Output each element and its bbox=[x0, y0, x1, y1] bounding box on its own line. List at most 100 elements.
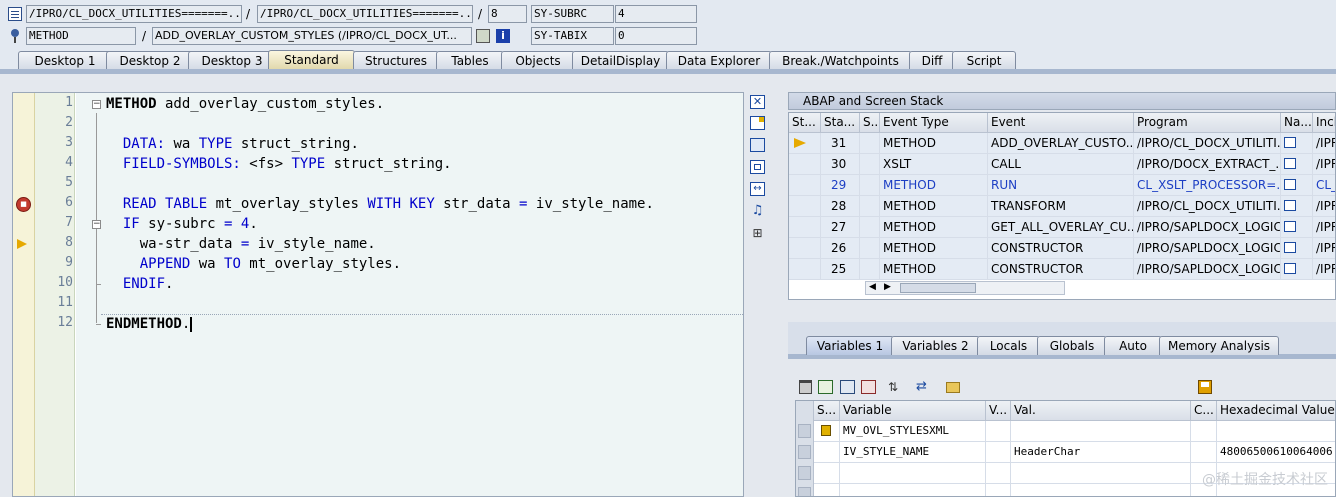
var-cell-v[interactable] bbox=[986, 463, 1011, 484]
var-cell-status[interactable] bbox=[814, 484, 840, 496]
stack-cell-marker[interactable] bbox=[789, 133, 821, 154]
stack-cell-event[interactable]: TRANSFORM bbox=[988, 196, 1134, 217]
stack-cell-level[interactable]: 31 bbox=[821, 133, 860, 154]
floppy-icon[interactable] bbox=[1198, 380, 1212, 394]
stack-cell-icon[interactable] bbox=[860, 238, 880, 259]
var-header-variable[interactable]: Variable bbox=[840, 401, 986, 421]
stack-scrollbar[interactable]: ◀ ▶ bbox=[865, 281, 1065, 295]
event-field[interactable]: ADD_OVERLAY_CUSTOM_STYLES (/IPRO/CL_DOCX… bbox=[152, 27, 472, 45]
source-icon[interactable] bbox=[1284, 221, 1296, 232]
stack-cell-icon[interactable] bbox=[860, 217, 880, 238]
stack-cell-program[interactable]: /IPRO/SAPLDOCX_LOGIC bbox=[1134, 238, 1281, 259]
program-field[interactable]: /IPRO/CL_DOCX_UTILITIES=======... bbox=[26, 5, 242, 23]
sort-icon[interactable]: ⇅ bbox=[888, 380, 898, 394]
fold-toggle[interactable]: − bbox=[92, 100, 101, 109]
stack-cell-event-type[interactable]: METHOD bbox=[880, 217, 988, 238]
event-type-field[interactable]: METHOD bbox=[26, 27, 136, 45]
tab-desktop-2[interactable]: Desktop 2 bbox=[106, 51, 194, 70]
stack-cell-marker[interactable] bbox=[789, 196, 821, 217]
row-selector[interactable] bbox=[798, 445, 811, 459]
var-cell-name[interactable]: IV_STYLE_NAME bbox=[840, 442, 986, 463]
row-selector[interactable] bbox=[798, 424, 811, 438]
scroll-thumb[interactable] bbox=[900, 283, 976, 293]
var-cell-value[interactable] bbox=[1011, 421, 1191, 442]
stack-cell-event-type[interactable]: METHOD bbox=[880, 196, 988, 217]
tree-icon[interactable]: ⊞ bbox=[750, 226, 765, 240]
include-field[interactable]: /IPRO/CL_DOCX_UTILITIES=======... bbox=[257, 5, 473, 23]
tab-breakpoints[interactable]: Break./Watchpoints bbox=[769, 51, 912, 70]
stack-cell-program[interactable]: /IPRO/CL_DOCX_UTILITI... bbox=[1134, 196, 1281, 217]
stack-cell-nav[interactable] bbox=[1281, 259, 1313, 280]
stack-cell-marker[interactable] bbox=[789, 238, 821, 259]
close-icon[interactable]: ✕ bbox=[750, 95, 765, 109]
stack-cell-program[interactable]: CL_XSLT_PROCESSOR=... bbox=[1134, 175, 1281, 196]
row-selector[interactable] bbox=[798, 466, 811, 480]
stack-cell-nav[interactable] bbox=[1281, 175, 1313, 196]
stack-cell-marker[interactable] bbox=[789, 217, 821, 238]
source-editor[interactable]: − − ■ 1 2 3 4 5 6 7 8 9 10 11 12 METHOD … bbox=[12, 92, 744, 497]
export-icon[interactable] bbox=[861, 380, 876, 394]
var-header-c[interactable]: C... bbox=[1191, 401, 1217, 421]
delete-icon[interactable] bbox=[799, 380, 812, 394]
var-cell-hex[interactable] bbox=[1217, 421, 1335, 442]
sy-subrc-value[interactable]: 4 bbox=[615, 5, 697, 23]
var-cell-value[interactable]: HeaderChar bbox=[1011, 442, 1191, 463]
var-cell-name[interactable] bbox=[840, 484, 986, 496]
line-field[interactable]: 8 bbox=[488, 5, 527, 23]
tab-variables-2[interactable]: Variables 2 bbox=[891, 336, 980, 355]
tab-auto[interactable]: Auto bbox=[1104, 336, 1162, 355]
var-cell-v[interactable] bbox=[986, 442, 1011, 463]
var-cell-v[interactable] bbox=[986, 484, 1011, 496]
headset-icon[interactable]: ♫ bbox=[750, 204, 765, 218]
var-cell-value[interactable] bbox=[1011, 463, 1191, 484]
stack-cell-event[interactable]: RUN bbox=[988, 175, 1134, 196]
tab-diff[interactable]: Diff bbox=[909, 51, 955, 70]
stack-cell-program[interactable]: /IPRO/DOCX_EXTRACT_... bbox=[1134, 154, 1281, 175]
stack-cell-level[interactable]: 26 bbox=[821, 238, 860, 259]
save-layout-icon[interactable] bbox=[818, 380, 833, 394]
var-cell-name[interactable] bbox=[840, 463, 986, 484]
stack-cell-event[interactable]: CONSTRUCTOR bbox=[988, 238, 1134, 259]
tab-structures[interactable]: Structures bbox=[353, 51, 439, 70]
stack-cell-include[interactable]: /IPRO bbox=[1313, 259, 1335, 280]
var-cell-hex[interactable]: 48006500610064006 bbox=[1217, 442, 1335, 463]
stack-cell-program[interactable]: /IPRO/SAPLDOCX_LOGIC bbox=[1134, 259, 1281, 280]
var-cell-name[interactable]: MV_OVL_STYLESXML bbox=[840, 421, 986, 442]
tab-desktop-3[interactable]: Desktop 3 bbox=[188, 51, 276, 70]
tab-data-explorer[interactable]: Data Explorer bbox=[666, 51, 772, 70]
stack-cell-event-type[interactable]: METHOD bbox=[880, 133, 988, 154]
var-cell-status[interactable] bbox=[814, 421, 840, 442]
stack-cell-level[interactable]: 29 bbox=[821, 175, 860, 196]
tab-variables-1[interactable]: Variables 1 bbox=[806, 336, 894, 355]
stack-cell-nav[interactable] bbox=[1281, 133, 1313, 154]
breakpoint-icon[interactable]: ■ bbox=[16, 197, 31, 212]
transfer-icon[interactable]: ⇄ bbox=[916, 380, 927, 394]
full-width-icon[interactable]: ↔ bbox=[750, 182, 765, 196]
stack-cell-include[interactable]: /IPRO bbox=[1313, 217, 1335, 238]
tab-objects[interactable]: Objects bbox=[501, 51, 575, 70]
stack-cell-icon[interactable] bbox=[860, 259, 880, 280]
var-cell-c[interactable] bbox=[1191, 421, 1217, 442]
stack-cell-icon[interactable] bbox=[860, 154, 880, 175]
tab-globals[interactable]: Globals bbox=[1037, 336, 1107, 355]
tab-standard[interactable]: Standard bbox=[268, 50, 355, 70]
source-icon[interactable] bbox=[1284, 200, 1296, 211]
stack-cell-nav[interactable] bbox=[1281, 154, 1313, 175]
open-editor-icon[interactable] bbox=[476, 29, 490, 43]
stack-header-na[interactable]: Na... bbox=[1281, 113, 1313, 133]
stack-cell-marker[interactable] bbox=[789, 154, 821, 175]
load-layout-icon[interactable] bbox=[840, 380, 855, 394]
stack-cell-level[interactable]: 30 bbox=[821, 154, 860, 175]
stack-cell-include[interactable]: /IPRO bbox=[1313, 133, 1335, 154]
stack-cell-include[interactable]: /IPRO bbox=[1313, 154, 1335, 175]
stack-cell-level[interactable]: 25 bbox=[821, 259, 860, 280]
stack-header-st[interactable]: St... bbox=[789, 113, 821, 133]
stack-cell-program[interactable]: /IPRO/CL_DOCX_UTILITI... bbox=[1134, 133, 1281, 154]
tab-locals[interactable]: Locals bbox=[977, 336, 1040, 355]
row-selector[interactable] bbox=[798, 487, 811, 496]
scroll-right-icon[interactable]: ▶ bbox=[884, 282, 891, 292]
scroll-left-icon[interactable]: ◀ bbox=[869, 282, 876, 292]
stack-cell-event[interactable]: ADD_OVERLAY_CUSTO... bbox=[988, 133, 1134, 154]
var-cell-status[interactable] bbox=[814, 442, 840, 463]
stack-cell-level[interactable]: 28 bbox=[821, 196, 860, 217]
